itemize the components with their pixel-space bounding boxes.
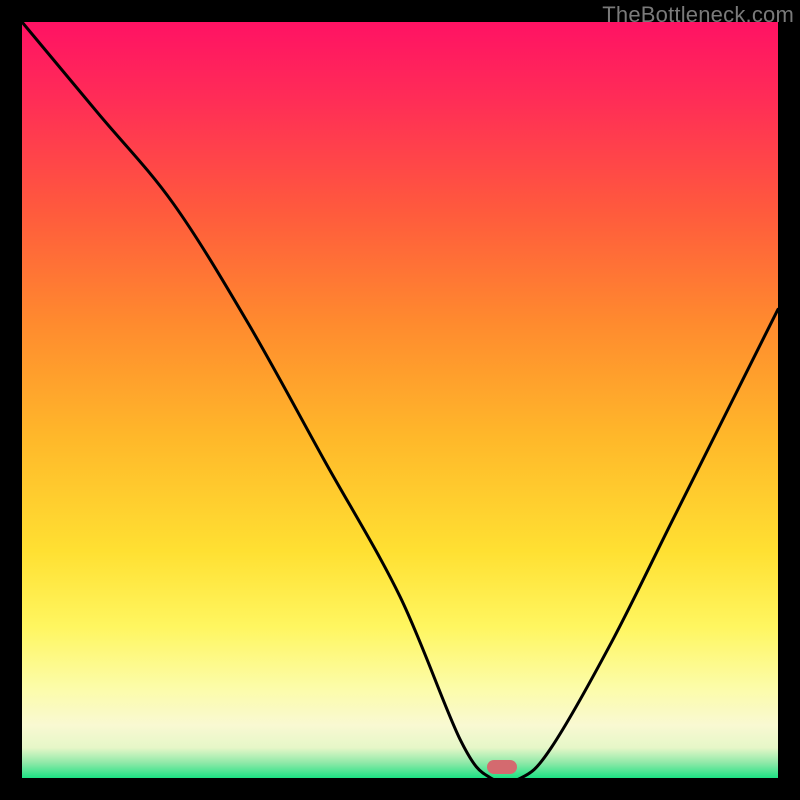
watermark-text: TheBottleneck.com <box>602 2 794 28</box>
chart-frame: TheBottleneck.com <box>0 0 800 800</box>
optimal-marker <box>487 760 517 774</box>
plot-area <box>22 22 778 778</box>
bottleneck-curve <box>22 22 778 778</box>
